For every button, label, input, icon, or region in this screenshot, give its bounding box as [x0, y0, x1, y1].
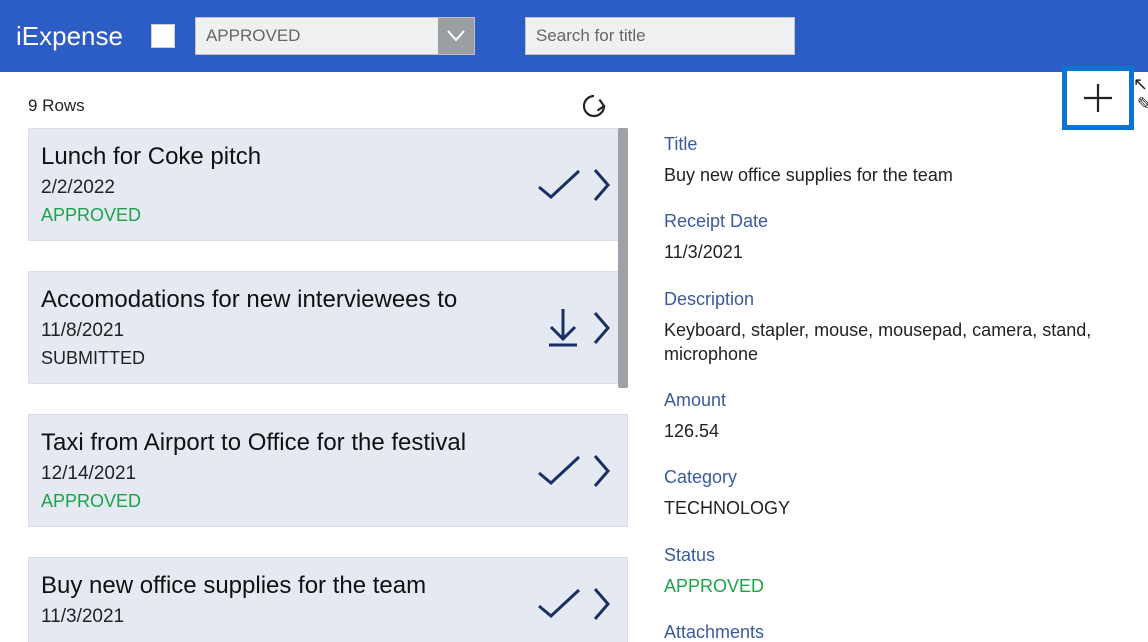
- list-item[interactable]: Buy new office supplies for the team 11/…: [28, 557, 628, 642]
- check-icon: [535, 453, 583, 489]
- label-category: Category: [664, 467, 1124, 488]
- refresh-icon[interactable]: [580, 92, 608, 120]
- expense-list: Lunch for Coke pitch 2/2/2022 APPROVED A…: [0, 128, 628, 642]
- label-receipt-date: Receipt Date: [664, 211, 1124, 232]
- item-date: 11/3/2021: [41, 606, 607, 628]
- chevron-right-icon[interactable]: [593, 454, 611, 488]
- label-description: Description: [664, 289, 1124, 310]
- label-amount: Amount: [664, 390, 1124, 411]
- chevron-right-icon[interactable]: [593, 168, 611, 202]
- item-actions: [535, 167, 611, 203]
- plus-icon: [1081, 81, 1115, 115]
- chevron-down-icon[interactable]: [438, 18, 474, 54]
- chevron-right-icon[interactable]: [593, 587, 611, 621]
- list-item[interactable]: Lunch for Coke pitch 2/2/2022 APPROVED: [28, 128, 628, 241]
- app-header: iExpense APPROVED: [0, 0, 1148, 72]
- filter-selected: APPROVED: [196, 26, 438, 46]
- scrollbar[interactable]: [618, 128, 628, 642]
- main: 9 Rows Lunch for Coke pitch 2/2/2022 APP…: [0, 72, 1148, 642]
- check-icon: [535, 167, 583, 203]
- item-title: Buy new office supplies for the team: [41, 572, 607, 600]
- value-title: Buy new office supplies for the team: [664, 163, 1124, 187]
- item-date: 11/8/2021: [41, 320, 607, 342]
- filter-checkbox[interactable]: [151, 24, 175, 48]
- item-title: Taxi from Airport to Office for the fest…: [41, 429, 607, 457]
- row-count: 9 Rows: [28, 96, 85, 116]
- item-title: Lunch for Coke pitch: [41, 143, 607, 171]
- list-panel: 9 Rows Lunch for Coke pitch 2/2/2022 APP…: [0, 72, 628, 642]
- list-item[interactable]: Accomodations for new interviewees to 11…: [28, 271, 628, 384]
- detail-fields: Title Buy new office supplies for the te…: [664, 134, 1124, 642]
- item-title: Accomodations for new interviewees to: [41, 286, 607, 314]
- item-status: SUBMITTED: [41, 348, 607, 369]
- scrollbar-thumb[interactable]: [618, 128, 628, 388]
- item-actions: [543, 307, 611, 349]
- value-description: Keyboard, stapler, mouse, mousepad, came…: [664, 318, 1124, 367]
- search-input[interactable]: [525, 17, 795, 55]
- chevron-right-icon[interactable]: [593, 311, 611, 345]
- item-actions: [535, 586, 611, 622]
- download-icon: [543, 307, 583, 349]
- item-date: 12/14/2021: [41, 463, 607, 485]
- value-receipt-date: 11/3/2021: [664, 240, 1124, 264]
- filter-dropdown[interactable]: APPROVED: [195, 17, 475, 55]
- value-category: TECHNOLOGY: [664, 496, 1124, 520]
- label-attachments: Attachments: [664, 622, 1124, 642]
- label-status: Status: [664, 545, 1124, 566]
- detail-panel: ↖ ✎ Title Buy new office supplies for th…: [628, 72, 1148, 642]
- cursor-icon: ↖: [1133, 74, 1148, 95]
- check-icon: [535, 586, 583, 622]
- item-status: APPROVED: [41, 491, 607, 512]
- app-title: iExpense: [16, 21, 123, 52]
- item-date: 2/2/2022: [41, 177, 607, 199]
- value-status: APPROVED: [664, 574, 1124, 598]
- item-status: APPROVED: [41, 205, 607, 226]
- item-actions: [535, 453, 611, 489]
- add-button[interactable]: [1062, 66, 1134, 130]
- value-amount: 126.54: [664, 419, 1124, 443]
- label-title: Title: [664, 134, 1124, 155]
- rowcount-bar: 9 Rows: [0, 84, 628, 128]
- edit-icon[interactable]: ✎: [1137, 94, 1148, 115]
- list-item[interactable]: Taxi from Airport to Office for the fest…: [28, 414, 628, 527]
